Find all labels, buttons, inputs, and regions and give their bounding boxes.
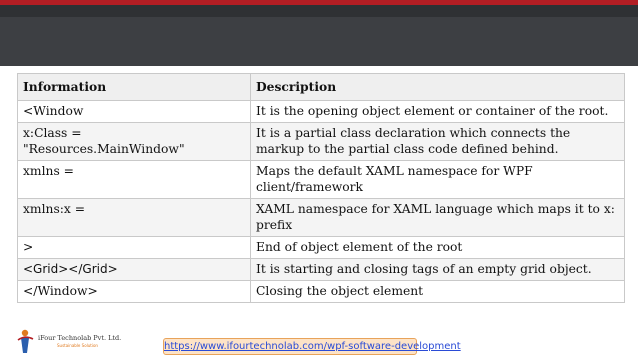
table-row: <Window It is the opening object element… <box>17 100 625 123</box>
logo-tagline: Sustainable Solution <box>57 343 98 348</box>
table-row: <Grid></Grid> It is starting and closing… <box>17 258 625 281</box>
table-row: > End of object element of the root <box>17 236 625 259</box>
company-logo: iFour Technolab Pvt. Ltd. Sustainable So… <box>16 326 136 356</box>
info-table: Information Description <Window It is th… <box>17 73 625 303</box>
info-cell: <Window <box>17 100 251 123</box>
description-cell: Closing the object element <box>250 280 625 303</box>
table-row: xmlns = Maps the default XAML namespace … <box>17 160 625 199</box>
header-description: Description <box>250 73 625 101</box>
header-shade <box>0 5 638 17</box>
table-header-row: Information Description <box>17 73 625 101</box>
table-row: xmlns:x = XAML namespace for XAML langua… <box>17 198 625 237</box>
description-cell: End of object element of the root <box>250 236 625 259</box>
logo-company-name: iFour Technolab Pvt. Ltd. <box>38 334 122 342</box>
description-cell: It is starting and closing tags of an em… <box>250 258 625 281</box>
info-cell: </Window> <box>17 280 251 303</box>
header-information: Information <box>17 73 251 101</box>
info-cell: xmlns:x = <box>17 198 251 237</box>
info-cell: <Grid></Grid> <box>17 258 251 281</box>
description-cell: It is a partial class declaration which … <box>250 122 625 161</box>
table-row: x:Class = "Resources.MainWindow" It is a… <box>17 122 625 161</box>
ifour-logo-icon <box>17 329 34 353</box>
website-link[interactable]: https://www.ifourtechnolab.com/wpf-softw… <box>163 338 461 355</box>
description-cell: XAML namespace for XAML language which m… <box>250 198 625 237</box>
description-cell: It is the opening object element or cont… <box>250 100 625 123</box>
header-band <box>0 0 638 66</box>
info-cell: xmlns = <box>17 160 251 199</box>
description-cell: Maps the default XAML namespace for WPF … <box>250 160 625 199</box>
table-row: </Window> Closing the object element <box>17 280 625 303</box>
info-cell: > <box>17 236 251 259</box>
info-cell: x:Class = "Resources.MainWindow" <box>17 122 251 161</box>
